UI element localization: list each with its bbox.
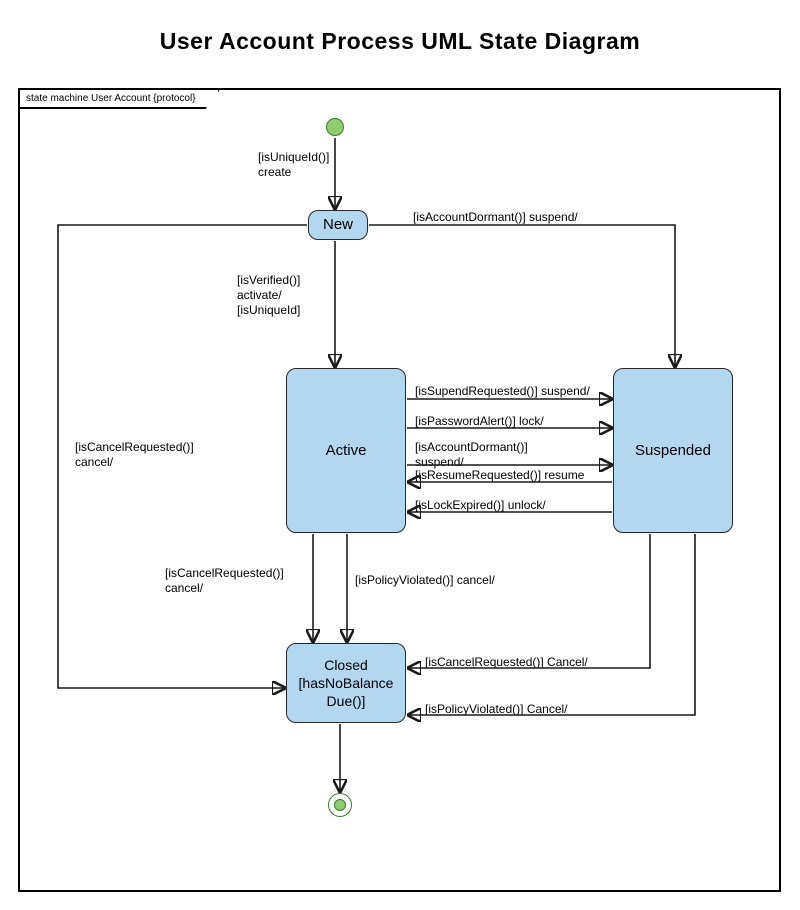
- state-suspended-label: Suspended: [635, 441, 711, 461]
- label-suspended-to-active2: [isLockExpired()] unlock/: [415, 498, 546, 513]
- label-active-to-closed1: [isCancelRequested()] cancel/: [165, 566, 284, 596]
- state-closed-label: Closed [hasNoBalance Due()]: [287, 656, 405, 711]
- diagram-title: User Account Process UML State Diagram: [0, 0, 800, 55]
- state-new-label: New: [323, 215, 353, 235]
- state-active-label: Active: [326, 441, 367, 461]
- label-active-to-closed2: [isPolicyViolated()] cancel/: [355, 573, 495, 588]
- initial-state-icon: [326, 118, 344, 136]
- state-closed: Closed [hasNoBalance Due()]: [286, 643, 406, 723]
- label-active-to-suspended2: [isPasswordAlert()] lock/: [415, 414, 544, 429]
- state-suspended: Suspended: [613, 368, 733, 533]
- state-new: New: [308, 210, 368, 240]
- state-active: Active: [286, 368, 406, 533]
- frame-label: state machine User Account {protocol}: [20, 90, 220, 109]
- label-suspended-to-active1: [isResumeRequested()] resume: [415, 468, 584, 483]
- label-active-to-suspended1: [isSupendRequested()] suspend/: [415, 384, 590, 399]
- label-suspended-to-closed2: [isPolicyViolated()] Cancel/: [425, 702, 568, 717]
- label-initial-to-new: [isUniqueId()] create: [258, 150, 329, 180]
- final-state-icon: [328, 793, 352, 817]
- label-suspended-to-closed1: [isCancelRequested()] Cancel/: [425, 655, 588, 670]
- label-active-to-suspended3: [isAccountDormant()] suspend/: [415, 440, 528, 470]
- label-new-to-suspended: [isAccountDormant()] suspend/: [413, 210, 578, 225]
- label-new-to-closed: [isCancelRequested()] cancel/: [75, 440, 194, 470]
- label-new-to-active: [isVerified()] activate/ [isUniqueId]: [237, 273, 300, 318]
